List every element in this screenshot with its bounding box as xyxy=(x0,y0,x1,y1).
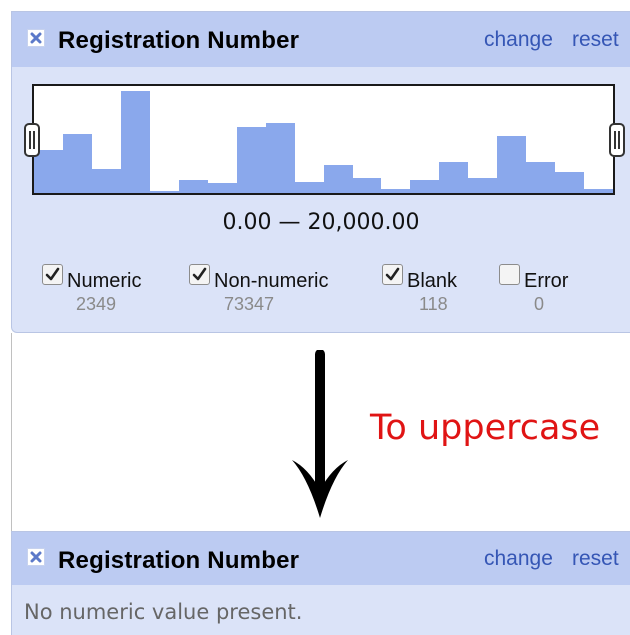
down-arrow-icon xyxy=(292,350,348,518)
close-icon[interactable] xyxy=(27,548,45,566)
range-text: 0.00 — 20,000.00 xyxy=(222,210,420,235)
choice-count: 2349 xyxy=(76,294,117,314)
histogram-bar xyxy=(265,123,295,193)
facet-title: Registration Number xyxy=(58,547,300,574)
histogram-bar xyxy=(323,165,353,193)
change-link[interactable]: change xyxy=(484,28,553,52)
histogram-bar xyxy=(91,169,121,193)
histogram-bar xyxy=(497,136,527,193)
empty-message: No numeric value present. xyxy=(24,600,303,624)
histogram-bar xyxy=(352,178,382,193)
histogram-bar xyxy=(149,191,179,193)
histogram xyxy=(32,84,615,195)
checkbox-error[interactable] xyxy=(499,264,520,285)
facet-panel-after: Registration Number change reset No nume… xyxy=(11,531,630,635)
choice-count: 73347 xyxy=(224,294,275,314)
histogram-bar xyxy=(207,183,237,193)
choice-label: Non-numeric xyxy=(214,270,329,292)
histogram-bar xyxy=(120,91,150,193)
choice-label: Numeric xyxy=(67,270,142,292)
histogram-bar xyxy=(178,180,208,193)
annotation-text: To uppercase xyxy=(370,408,601,448)
reset-link[interactable]: reset xyxy=(572,547,619,571)
histogram-bar xyxy=(526,162,556,193)
facet-header: Registration Number change reset xyxy=(12,532,630,585)
close-icon[interactable] xyxy=(27,29,45,47)
facet-panel-before: Registration Number change reset 0.00 — … xyxy=(11,11,630,333)
histogram-bar xyxy=(381,189,411,193)
checkbox-numeric[interactable] xyxy=(42,264,63,285)
histogram-bar xyxy=(410,180,440,193)
checkbox-blank[interactable] xyxy=(382,264,403,285)
facet-title: Registration Number xyxy=(58,27,300,54)
histogram-bar xyxy=(34,150,63,193)
histogram-bar xyxy=(584,189,613,193)
histogram-bar xyxy=(236,127,266,193)
range-handle-right[interactable] xyxy=(609,123,625,157)
panel-border xyxy=(11,333,12,531)
histogram-bar xyxy=(555,172,585,193)
histogram-bar xyxy=(294,182,324,193)
histogram-bar xyxy=(439,162,469,193)
facet-header: Registration Number change reset xyxy=(12,12,630,67)
choice-count: 0 xyxy=(534,294,545,314)
choice-label: Blank xyxy=(407,270,458,292)
range-handle-left[interactable] xyxy=(24,123,40,157)
choice-count: 118 xyxy=(419,294,448,314)
reset-link[interactable]: reset xyxy=(572,28,619,52)
histogram-bar xyxy=(62,134,92,193)
choice-label: Error xyxy=(524,270,569,292)
histogram-bar xyxy=(468,178,498,193)
change-link[interactable]: change xyxy=(484,547,553,571)
checkbox-non-numeric[interactable] xyxy=(189,264,210,285)
